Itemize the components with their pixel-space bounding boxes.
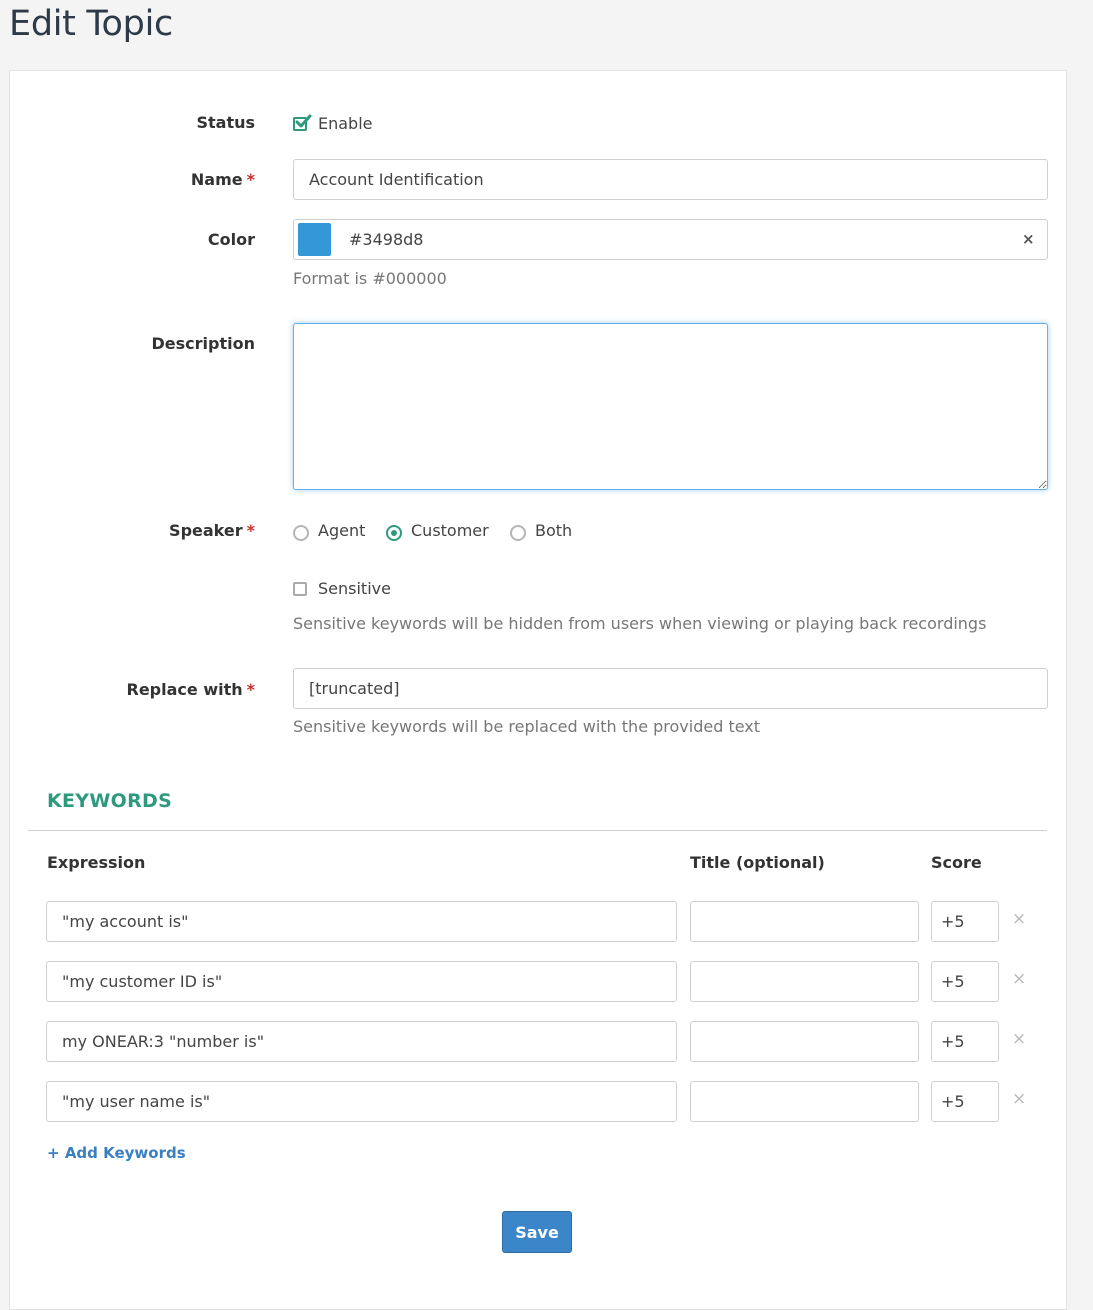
keyword-expression-input[interactable] <box>46 961 677 1002</box>
speaker-agent-label[interactable]: Agent <box>318 521 365 540</box>
name-label: Name * <box>190 170 255 189</box>
keyword-score-input[interactable] <box>931 1081 999 1122</box>
keyword-score-input[interactable] <box>931 961 999 1002</box>
replace-with-help: Sensitive keywords will be replaced with… <box>293 717 761 736</box>
close-icon[interactable]: × <box>1022 220 1035 259</box>
remove-keyword-icon[interactable]: × <box>1012 1089 1026 1109</box>
remove-keyword-icon[interactable]: × <box>1012 909 1026 929</box>
title-header: Title (optional) <box>690 853 825 872</box>
required-mark: * <box>246 170 255 189</box>
speaker-both-label[interactable]: Both <box>535 521 572 540</box>
add-keywords-link[interactable]: + Add Keywords <box>47 1144 186 1162</box>
replace-with-input[interactable] <box>293 668 1048 709</box>
status-label: Status <box>196 113 255 132</box>
expression-header: Expression <box>47 853 146 872</box>
required-mark: * <box>246 521 255 540</box>
speaker-agent-radio[interactable] <box>293 525 309 541</box>
remove-keyword-icon[interactable]: × <box>1012 1029 1026 1049</box>
save-button[interactable]: Save <box>502 1211 572 1253</box>
color-value[interactable]: #3498d8 <box>349 220 423 259</box>
keyword-expression-input[interactable] <box>46 901 677 942</box>
color-help: Format is #000000 <box>293 269 447 288</box>
speaker-customer-label[interactable]: Customer <box>411 521 489 540</box>
keyword-title-input[interactable] <box>690 961 919 1002</box>
sensitive-label[interactable]: Sensitive <box>318 579 391 598</box>
section-divider <box>28 830 1047 831</box>
keyword-expression-input[interactable] <box>46 1021 677 1062</box>
sensitive-help: Sensitive keywords will be hidden from u… <box>293 614 987 633</box>
description-textarea[interactable] <box>293 323 1048 490</box>
keyword-expression-input[interactable] <box>46 1081 677 1122</box>
description-label: Description <box>151 334 255 353</box>
color-swatch[interactable] <box>298 223 331 256</box>
checkmark-icon <box>295 114 312 128</box>
keywords-title: KEYWORDS <box>47 790 173 812</box>
keyword-title-input[interactable] <box>690 1021 919 1062</box>
speaker-both-radio[interactable] <box>510 525 526 541</box>
keyword-title-input[interactable] <box>690 901 919 942</box>
speaker-customer-radio[interactable] <box>386 525 402 541</box>
speaker-label: Speaker * <box>169 521 255 540</box>
replace-with-label: Replace with * <box>126 680 256 699</box>
color-field[interactable]: #3498d8 × <box>293 219 1048 260</box>
score-header: Score <box>931 853 982 872</box>
required-mark: * <box>246 680 255 699</box>
keyword-title-input[interactable] <box>690 1081 919 1122</box>
plus-icon: + <box>47 1144 60 1162</box>
sensitive-checkbox[interactable] <box>293 582 307 596</box>
color-label: Color <box>207 230 255 249</box>
enable-label[interactable]: Enable <box>318 114 373 133</box>
keyword-score-input[interactable] <box>931 1021 999 1062</box>
keyword-score-input[interactable] <box>931 901 999 942</box>
remove-keyword-icon[interactable]: × <box>1012 969 1026 989</box>
name-input[interactable] <box>293 159 1048 200</box>
page-title: Edit Topic <box>9 4 173 44</box>
